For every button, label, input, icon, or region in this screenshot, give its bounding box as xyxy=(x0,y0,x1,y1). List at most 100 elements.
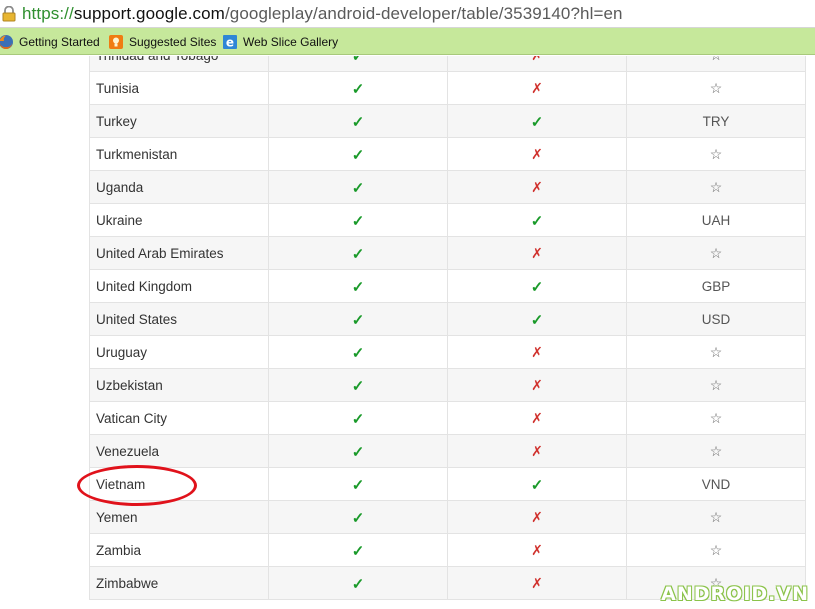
table-row: Turkmenistan ✓ ✗ ☆ xyxy=(90,138,805,171)
firefox-icon xyxy=(0,34,13,49)
country-cell: Uganda xyxy=(90,171,269,204)
check-icon: ✓ xyxy=(351,245,365,263)
bookmark-label: Suggested Sites xyxy=(129,34,217,49)
url-path: /googleplay/android-developer/table/3539… xyxy=(224,4,623,23)
table-row: Uruguay ✓ ✗ ☆ xyxy=(90,336,805,369)
check-icon: ✓ xyxy=(351,179,365,197)
table-row: Zambia ✓ ✗ ☆ xyxy=(90,534,805,567)
country-cell: Yemen xyxy=(90,501,269,534)
watermark: ANDROID.VN xyxy=(661,583,809,605)
availability-cell: ✓ xyxy=(269,56,448,72)
star-icon: ☆ xyxy=(709,179,723,195)
address-bar[interactable]: https://support.google.com/googleplay/an… xyxy=(0,0,815,28)
url-text[interactable]: https://support.google.com/googleplay/an… xyxy=(22,4,623,24)
currency-cell: ☆ xyxy=(627,336,805,369)
availability-cell: ✓ xyxy=(269,336,448,369)
country-cell: Turkmenistan xyxy=(90,138,269,171)
svg-text:e: e xyxy=(226,35,234,49)
availability-cell: ✓ xyxy=(269,468,448,501)
star-icon: ☆ xyxy=(709,377,723,393)
check-icon: ✓ xyxy=(530,476,544,494)
country-name: Vietnam xyxy=(96,477,146,492)
check-icon: ✓ xyxy=(351,80,365,98)
availability-cell: ✓ xyxy=(269,369,448,402)
check-icon: ✓ xyxy=(351,377,365,395)
cross-icon: ✗ xyxy=(531,377,543,393)
cross-icon: ✗ xyxy=(531,443,543,459)
availability-cell: ✓ xyxy=(269,105,448,138)
star-icon: ☆ xyxy=(709,443,723,459)
currency-code: GBP xyxy=(701,279,731,294)
country-name: Ukraine xyxy=(96,213,143,228)
availability-cell: ✓ xyxy=(269,171,448,204)
check-icon: ✓ xyxy=(351,410,365,428)
country-name: Uzbekistan xyxy=(96,378,163,393)
cross-icon: ✗ xyxy=(531,146,543,162)
cross-icon: ✗ xyxy=(531,245,543,261)
check-icon: ✓ xyxy=(351,443,365,461)
currency-code: USD xyxy=(701,312,731,327)
availability-cell: ✓ xyxy=(269,72,448,105)
country-cell: Trinidad and Tobago xyxy=(90,56,269,72)
merchant-cell: ✗ xyxy=(448,369,627,402)
merchant-cell: ✗ xyxy=(448,56,627,72)
table-row: Yemen ✓ ✗ ☆ xyxy=(90,501,805,534)
merchant-cell: ✗ xyxy=(448,402,627,435)
currency-cell: ☆ xyxy=(627,171,805,204)
availability-cell: ✓ xyxy=(269,501,448,534)
cross-icon: ✗ xyxy=(531,80,543,96)
table-row: United States ✓ ✓ USD xyxy=(90,303,805,336)
availability-cell: ✓ xyxy=(269,567,448,600)
suggested-sites-icon xyxy=(109,34,123,49)
merchant-cell: ✓ xyxy=(448,468,627,501)
star-icon: ☆ xyxy=(709,80,723,96)
country-name: Uruguay xyxy=(96,345,148,360)
bookmark-label: Web Slice Gallery xyxy=(243,34,339,49)
country-cell: United Arab Emirates xyxy=(90,237,269,270)
cross-icon: ✗ xyxy=(531,179,543,195)
country-name: Trinidad and Tobago xyxy=(96,56,218,63)
bookmark-label: Getting Started xyxy=(19,34,100,49)
country-cell: Vietnam xyxy=(90,468,269,501)
country-cell: Zimbabwe xyxy=(90,567,269,600)
bookmarks-bar: Getting Started Suggested Sites e Web Sl… xyxy=(0,28,815,55)
lock-icon xyxy=(2,6,16,22)
check-icon: ✓ xyxy=(351,113,365,131)
merchant-cell: ✗ xyxy=(448,501,627,534)
availability-cell: ✓ xyxy=(269,534,448,567)
star-icon: ☆ xyxy=(710,56,723,64)
cross-icon: ✗ xyxy=(531,56,543,64)
table-row: Vietnam ✓ ✓ VND xyxy=(90,468,805,501)
country-cell: Uzbekistan xyxy=(90,369,269,402)
star-icon: ☆ xyxy=(709,245,723,261)
bookmark-suggested-sites[interactable]: Suggested Sites xyxy=(108,33,216,50)
country-cell: Uruguay xyxy=(90,336,269,369)
check-icon: ✓ xyxy=(530,278,544,296)
check-icon: ✓ xyxy=(351,542,365,560)
merchant-cell: ✗ xyxy=(448,171,627,204)
country-cell: Venezuela xyxy=(90,435,269,468)
star-icon: ☆ xyxy=(709,410,723,426)
table-row: Uzbekistan ✓ ✗ ☆ xyxy=(90,369,805,402)
country-name: Turkey xyxy=(96,114,137,129)
country-cell: Tunisia xyxy=(90,72,269,105)
check-icon: ✓ xyxy=(351,476,365,494)
currency-cell: TRY xyxy=(627,105,805,138)
country-name: Venezuela xyxy=(96,444,160,459)
currency-cell: ☆ xyxy=(627,72,805,105)
availability-cell: ✓ xyxy=(269,402,448,435)
cross-icon: ✗ xyxy=(531,575,543,591)
currency-code: TRY xyxy=(702,114,730,129)
country-name: United States xyxy=(96,312,178,327)
country-cell: United Kingdom xyxy=(90,270,269,303)
currency-cell: GBP xyxy=(627,270,805,303)
bookmark-web-slice-gallery[interactable]: e Web Slice Gallery xyxy=(222,33,338,50)
check-icon: ✓ xyxy=(351,212,365,230)
check-icon: ✓ xyxy=(351,344,365,362)
merchant-cell: ✗ xyxy=(448,336,627,369)
star-icon: ☆ xyxy=(709,146,723,162)
check-icon: ✓ xyxy=(351,56,365,65)
country-cell: Turkey xyxy=(90,105,269,138)
table-row: Uganda ✓ ✗ ☆ xyxy=(90,171,805,204)
bookmark-getting-started[interactable]: Getting Started xyxy=(0,33,100,50)
